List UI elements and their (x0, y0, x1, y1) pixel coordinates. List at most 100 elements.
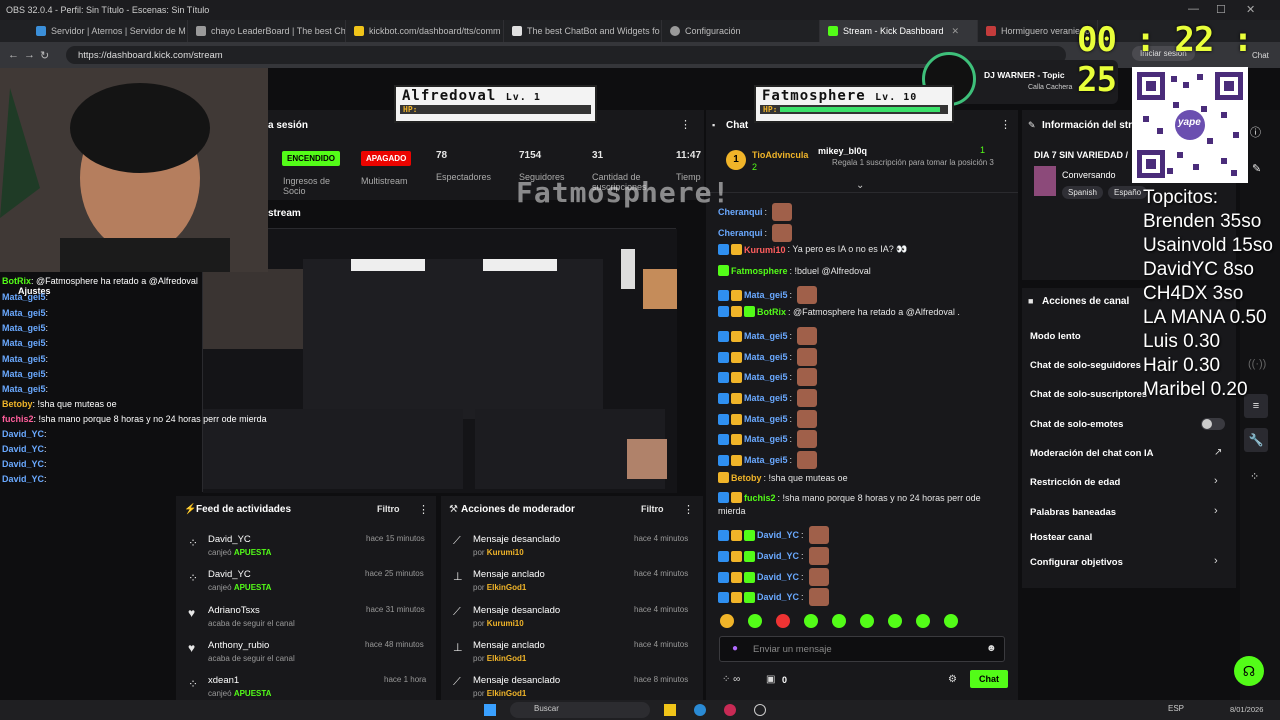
emote-icon[interactable] (776, 614, 790, 628)
age-restriction-row[interactable]: Restricción de edad (1030, 477, 1120, 488)
shield-icon: ■ (1028, 296, 1034, 306)
tab-chatbot[interactable]: The best ChatBot and Widgets fo (504, 20, 662, 42)
gift-icon: ⁘ (188, 571, 199, 585)
maximize-icon[interactable]: ☐ (1216, 3, 1226, 16)
hormiguero-icon (986, 26, 996, 36)
chat-message: Cheranqui: (718, 224, 793, 242)
chat-settings-icon[interactable]: ⚙ (948, 674, 957, 685)
apps-icon[interactable]: ⁘ (1250, 470, 1259, 483)
chat-input[interactable]: ● Enviar un mensaje ☻ (719, 636, 1005, 662)
slow-mode-row[interactable]: Modo lento (1030, 331, 1081, 342)
emote-icon[interactable] (748, 614, 762, 628)
chat-message: BotRix: @Fatmosphere ha retado a @Alfred… (718, 306, 960, 317)
chat-send-button[interactable]: Chat (970, 670, 1008, 688)
help-headset-icon[interactable]: ☊ (1234, 656, 1264, 686)
minimize-icon[interactable]: — (1188, 3, 1199, 15)
stream-preview[interactable] (202, 228, 677, 493)
chat-message: David_YC: (718, 588, 829, 606)
chevron-right-icon[interactable]: › (1214, 505, 1218, 517)
edge-icon[interactable] (694, 704, 706, 716)
emote-icon (808, 547, 829, 565)
chevron-right-icon[interactable]: › (1214, 555, 1218, 567)
emotes-only-toggle[interactable] (1201, 418, 1225, 430)
chat-title: Chat (726, 120, 749, 131)
obs-title-bar: OBS 32.0.4 - Perfil: Sin Título - Escena… (0, 0, 1280, 20)
wrench-icon[interactable]: 🔧 (1244, 428, 1268, 452)
stream-label: stream (268, 208, 301, 219)
topcitos-entry: Maribel 0.20 (1143, 379, 1248, 400)
mod-more-icon[interactable]: ⋮ (683, 503, 694, 516)
emote-icon[interactable] (916, 614, 930, 628)
emote-icon[interactable] (888, 614, 902, 628)
chevron-right-icon[interactable]: › (1214, 475, 1218, 487)
ai-moderation-row[interactable]: Moderación del chat con IA (1030, 448, 1154, 459)
info-icon[interactable]: ⓘ (1250, 124, 1261, 140)
heart-icon: ♥ (188, 606, 196, 620)
taskbar-search[interactable]: Buscar (510, 702, 650, 718)
emote-icon[interactable] (720, 614, 734, 628)
topcitos-title: Topcitos: (1143, 187, 1218, 208)
reload-icon[interactable]: ↻ (40, 49, 56, 62)
close-tab-icon[interactable]: ✕ (952, 26, 960, 37)
mod-item: ⟋ Mensaje desanclado por Kurumi10 hace 4 … (453, 605, 689, 628)
external-link-icon[interactable]: ↗ (1214, 447, 1222, 458)
verified-badge-icon (718, 265, 729, 276)
viewers-label: Espectadores (436, 172, 492, 182)
mod-item: ⊥ Mensaje anclado por ElkinGod1 hace 4 mi… (453, 569, 689, 592)
pencil-icon[interactable]: ✎ (1252, 162, 1261, 175)
language-indicator[interactable]: ESP (1168, 704, 1184, 713)
aternos-icon (36, 26, 46, 36)
emote-icon[interactable] (944, 614, 958, 628)
stream-title: DIA 7 SIN VARIEDAD / (1034, 150, 1129, 160)
chat-message: Mata_gei5: (718, 286, 818, 304)
emote-icon[interactable] (860, 614, 874, 628)
microphone-icon[interactable]: ● (732, 643, 738, 654)
tab-kick-dashboard[interactable]: Stream - Kick Dashboard ✕ (820, 20, 978, 42)
forward-icon[interactable]: → (24, 49, 40, 61)
scroll-down-icon[interactable]: ⌄ (856, 180, 864, 191)
off-button[interactable]: APAGADO (361, 151, 412, 166)
feed-item: ♥ Anthony_rubio acaba de seguir el canal … (188, 640, 424, 663)
mod-actions-panel: ⚒ Acciones de moderador Filtro ⋮ ⟋ Mensa… (441, 496, 703, 700)
clock-date: 8/01/2026 (1230, 705, 1264, 714)
tab-leaderboard[interactable]: chayo LeaderBoard | The best Cha (188, 20, 346, 42)
emote-icon (797, 327, 818, 345)
more-icon[interactable]: ⋮ (680, 118, 691, 131)
unpin-icon: ⟋ (453, 606, 461, 618)
tab-aternos[interactable]: Servidor | Aternos | Servidor de M (28, 20, 188, 42)
windows-start-icon[interactable] (484, 704, 496, 716)
url-input[interactable]: https://dashboard.kick.com/stream (66, 46, 1066, 64)
gift-box-icon[interactable]: ▣ (766, 674, 775, 685)
explorer-icon[interactable] (664, 704, 676, 716)
feed-filter-button[interactable]: Filtro (377, 504, 400, 514)
tab-kickbot[interactable]: kickbot.com/dashboard/tts/comm (346, 20, 504, 42)
goals-row[interactable]: Configurar objetivos (1030, 557, 1123, 568)
followers-only-row[interactable]: Chat de solo-seguidores (1030, 360, 1141, 371)
back-icon[interactable]: ← (8, 49, 24, 61)
feed-more-icon[interactable]: ⋮ (418, 503, 429, 516)
yape-label: yape (1178, 117, 1201, 128)
obs-icon[interactable] (754, 704, 766, 716)
stream-preview-graphic (203, 229, 677, 493)
banned-words-row[interactable]: Palabras baneadas (1030, 507, 1116, 518)
chat-message: Mata_gei5: (718, 348, 818, 366)
emotes-only-row[interactable]: Chat de solo-emotes (1030, 419, 1123, 430)
emote-icon[interactable] (832, 614, 846, 628)
emote-icon (797, 430, 818, 448)
tab-configuracion[interactable]: Configuración (662, 20, 820, 42)
points-icon[interactable]: ⁘ ∞ (722, 674, 740, 685)
chat-more-icon[interactable]: ⋮ (1000, 118, 1011, 131)
mod-filter-button[interactable]: Filtro (641, 504, 664, 514)
bolt-icon: ⚡ (184, 504, 197, 515)
close-icon[interactable]: ✕ (1246, 3, 1255, 16)
emoji-icon[interactable]: ☻ (986, 643, 997, 654)
host-channel-row[interactable]: Hostear canal (1030, 532, 1092, 543)
gear-icon (670, 26, 680, 36)
app-icon[interactable] (724, 704, 736, 716)
on-button[interactable]: ENCENDIDO (282, 151, 341, 166)
sub-badge-icon (731, 244, 742, 255)
emote-icon (772, 224, 793, 242)
feed-item: ♥ AdrianoTsxs acaba de seguir el canal ha… (188, 605, 425, 628)
emote-icon[interactable] (804, 614, 818, 628)
subscribers-only-row[interactable]: Chat de solo-suscriptores (1030, 389, 1147, 400)
